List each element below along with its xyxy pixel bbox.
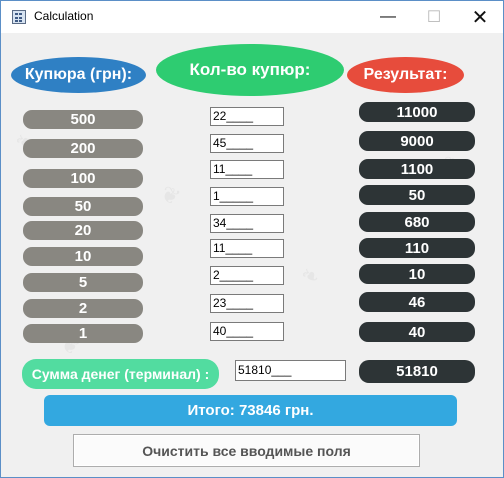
count-input[interactable]: 40____ bbox=[210, 322, 284, 341]
result-value: 10 bbox=[359, 264, 475, 284]
result-value: 1100 bbox=[359, 159, 475, 179]
leaf-pattern-icon: ❦ bbox=[156, 180, 185, 211]
count-input[interactable]: 1_____ bbox=[210, 187, 284, 206]
close-button[interactable]: ✕ bbox=[457, 1, 503, 33]
result-value: 110 bbox=[359, 238, 475, 258]
result-header: Результат: bbox=[347, 57, 464, 93]
count-input[interactable]: 2_____ bbox=[210, 266, 284, 285]
denomination-label: 200 bbox=[23, 139, 143, 158]
clear-fields-button[interactable]: Очистить все вводимые поля bbox=[73, 434, 420, 467]
result-value: 9000 bbox=[359, 131, 475, 151]
denomination-label: 100 bbox=[23, 169, 143, 188]
count-input[interactable]: 22____ bbox=[210, 107, 284, 126]
count-input[interactable]: 11____ bbox=[210, 160, 284, 179]
count-input[interactable]: 45____ bbox=[210, 134, 284, 153]
calculator-icon bbox=[12, 10, 26, 24]
window-title: Calculation bbox=[34, 9, 94, 23]
terminal-sum-result: 51810 bbox=[359, 360, 475, 383]
minimize-button[interactable]: — bbox=[365, 1, 411, 33]
denomination-header: Купюра (грн): bbox=[11, 57, 146, 93]
count-input[interactable]: 23____ bbox=[210, 294, 284, 313]
maximize-button[interactable]: ☐ bbox=[411, 1, 457, 33]
total-banner: Итого: 73846 грн. bbox=[44, 395, 457, 426]
count-header: Кол-во купюр: bbox=[156, 44, 344, 96]
result-value: 680 bbox=[359, 212, 475, 232]
denomination-label: 10 bbox=[23, 247, 143, 266]
denomination-label: 1 bbox=[23, 324, 143, 343]
denomination-label: 5 bbox=[23, 273, 143, 292]
denomination-label: 500 bbox=[23, 110, 143, 129]
denomination-label: 2 bbox=[23, 299, 143, 318]
form-body: ❧ ❦ ❧ ❦ ❦ ❧ Купюра (грн): Кол-во купюр: … bbox=[1, 33, 503, 477]
leaf-pattern-icon: ❧ bbox=[296, 260, 325, 291]
terminal-sum-input[interactable]: 51810___ bbox=[235, 360, 346, 381]
app-window: Calculation — ☐ ✕ ❧ ❦ ❧ ❦ ❦ ❧ Купюра (гр… bbox=[0, 0, 504, 478]
count-input[interactable]: 11____ bbox=[210, 239, 284, 258]
count-input[interactable]: 34____ bbox=[210, 214, 284, 233]
title-bar[interactable]: Calculation — ☐ ✕ bbox=[1, 1, 503, 33]
result-value: 40 bbox=[359, 322, 475, 342]
result-value: 50 bbox=[359, 185, 475, 205]
result-value: 46 bbox=[359, 292, 475, 312]
result-value: 11000 bbox=[359, 102, 475, 122]
denomination-label: 20 bbox=[23, 221, 143, 240]
terminal-sum-label: Сумма денег (терминал) : bbox=[22, 359, 219, 389]
denomination-label: 50 bbox=[23, 197, 143, 216]
